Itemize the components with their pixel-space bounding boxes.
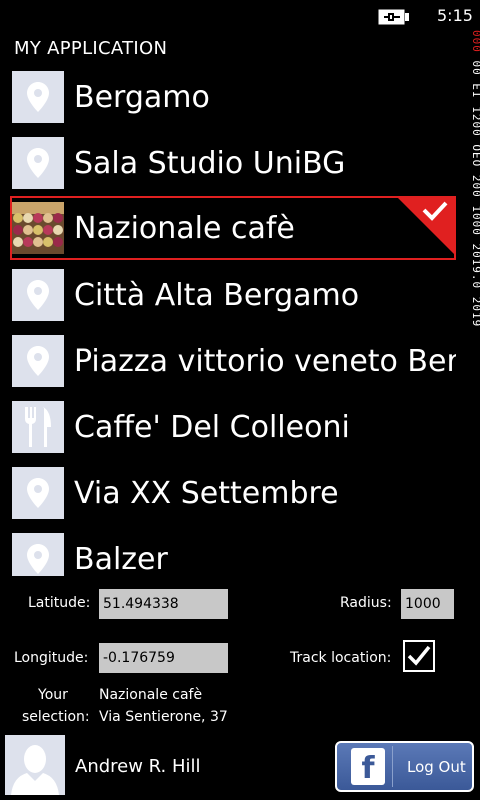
- list-item-label: Città Alta Bergamo: [74, 277, 360, 313]
- side-ticker-text: 00 EI 1200 OEO 200 1000 2019.0 2019: [470, 60, 480, 328]
- facebook-icon: f: [351, 748, 385, 786]
- avatar: [5, 735, 65, 795]
- map-pin-icon: [12, 269, 64, 321]
- list-item[interactable]: Bergamo: [10, 68, 456, 126]
- track-location-checkbox[interactable]: [403, 640, 435, 672]
- map-pin-icon: [12, 467, 64, 519]
- list-item-label: Piazza vittorio veneto Bergamo: [74, 343, 456, 379]
- checkmark-icon: [407, 645, 431, 666]
- list-item-selected[interactable]: Nazionale cafè: [10, 196, 456, 260]
- map-pin-icon: [12, 71, 64, 123]
- list-item[interactable]: Balzer: [10, 530, 456, 576]
- selected-check-icon: [398, 198, 454, 254]
- list-item[interactable]: Via XX Settembre: [10, 464, 456, 522]
- button-divider: [392, 746, 393, 787]
- list-item-label: Nazionale cafè: [74, 210, 295, 246]
- list-item[interactable]: Città Alta Bergamo: [10, 266, 456, 324]
- latitude-field[interactable]: [99, 589, 228, 619]
- map-pin-icon: [12, 533, 64, 576]
- photo-thumbnail: [12, 202, 64, 254]
- side-ticker: 000 00 EI 1200 OEO 200 1000 2019.0 2019: [461, 30, 480, 400]
- longitude-label: Longitude:: [14, 650, 89, 666]
- list-item[interactable]: Caffe' Del Colleoni: [10, 398, 456, 456]
- status-time: 5:15: [437, 6, 473, 25]
- logout-button[interactable]: f Log Out: [335, 741, 474, 792]
- app-title: MY APPLICATION: [14, 38, 168, 59]
- latitude-label: Latitude:: [28, 595, 91, 611]
- selection-name: Nazionale cafè: [99, 687, 203, 703]
- restaurant-icon: [12, 401, 64, 453]
- status-bar: 5:15: [0, 0, 480, 32]
- selection-address: Via Sentierone, 37: [99, 709, 228, 725]
- place-list[interactable]: Bergamo Sala Studio UniBG Nazionale cafè…: [10, 68, 460, 576]
- battery-charging-icon: [378, 9, 409, 25]
- list-item[interactable]: Sala Studio UniBG: [10, 134, 456, 192]
- logout-label: Log Out: [407, 757, 466, 776]
- list-item-label: Sala Studio UniBG: [74, 145, 346, 181]
- track-location-label: Track location:: [290, 650, 392, 666]
- map-pin-icon: [12, 137, 64, 189]
- list-item-label: Caffe' Del Colleoni: [74, 409, 350, 445]
- user-name: Andrew R. Hill: [75, 756, 201, 777]
- list-item[interactable]: Piazza vittorio veneto Bergamo: [10, 332, 456, 390]
- side-ticker-prefix: 000: [470, 30, 480, 53]
- selection-label-line1: Your: [38, 687, 68, 703]
- radius-field[interactable]: [401, 589, 454, 619]
- selection-label-line2: selection:: [22, 709, 90, 725]
- radius-label: Radius:: [340, 595, 392, 611]
- list-item-label: Bergamo: [74, 79, 210, 115]
- longitude-field[interactable]: [99, 643, 228, 673]
- list-item-label: Via XX Settembre: [74, 475, 339, 511]
- map-pin-icon: [12, 335, 64, 387]
- list-item-label: Balzer: [74, 541, 168, 577]
